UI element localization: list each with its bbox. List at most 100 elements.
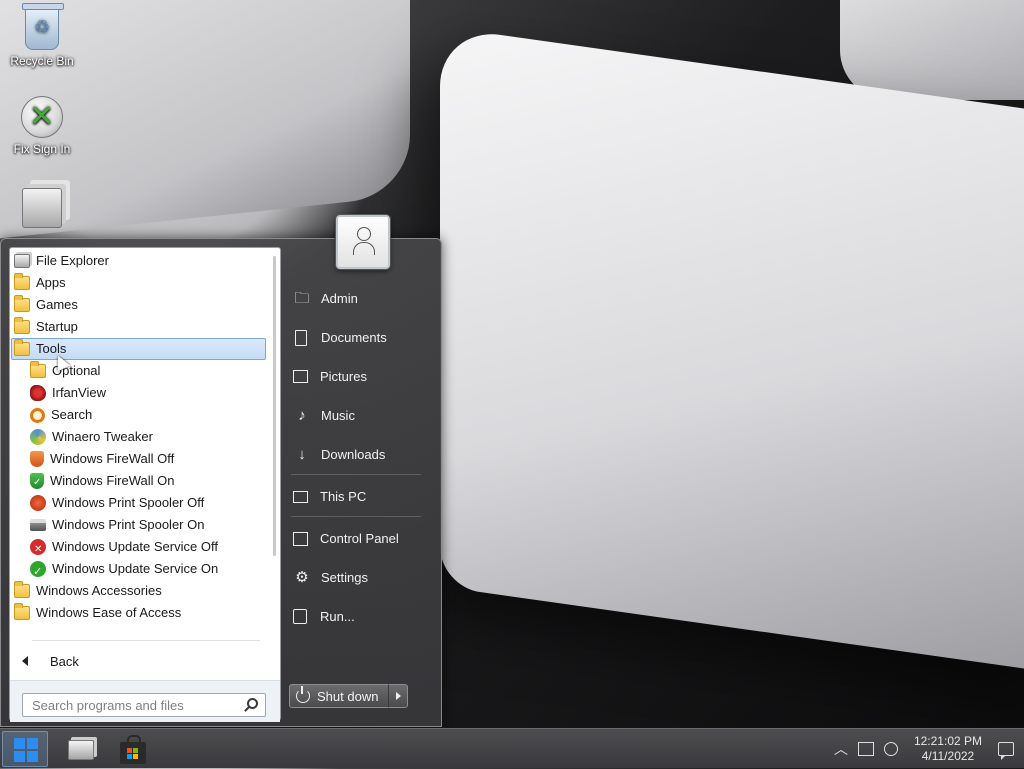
program-item-print-spooler-on[interactable]: Windows Print Spooler On — [11, 514, 266, 536]
program-item-firewall-off[interactable]: Windows FireWall Off — [11, 448, 266, 470]
windows-logo-icon — [14, 738, 38, 762]
power-icon — [296, 686, 310, 703]
clock-date: 4/11/2022 — [921, 749, 975, 763]
program-label: IrfanView — [52, 385, 106, 400]
spooler-off-icon — [30, 495, 46, 511]
shutdown-options-button[interactable] — [388, 684, 408, 708]
program-label: Windows Ease of Access — [36, 605, 182, 620]
program-label: Windows FireWall Off — [50, 451, 175, 466]
places-item-downloads[interactable]: ↓ Downloads — [285, 435, 437, 474]
search-input[interactable] — [22, 693, 266, 717]
program-item-firewall-on[interactable]: Windows FireWall On — [11, 470, 266, 493]
program-item-ease-of-access[interactable]: Windows Ease of Access — [11, 602, 266, 624]
program-item-apps[interactable]: Apps — [11, 272, 266, 294]
places-label: Run... — [320, 609, 355, 624]
user-folder-icon: 🗀 — [294, 289, 310, 307]
program-item-windows-accessories[interactable]: Windows Accessories — [11, 580, 266, 602]
places-item-music[interactable]: ♪ Music — [285, 396, 437, 435]
download-icon: ↓ — [298, 445, 306, 463]
program-label: Windows Update Service Off — [52, 539, 218, 554]
program-label: Search — [51, 407, 93, 422]
program-label: Apps — [36, 275, 66, 290]
folder-icon — [14, 317, 30, 334]
taskbar-store[interactable] — [116, 734, 150, 764]
taskbar-file-explorer[interactable] — [64, 734, 98, 764]
search-area — [10, 680, 280, 722]
program-list: File Explorer Apps Games Startup Tools O… — [10, 248, 272, 634]
program-item-search[interactable]: Search — [11, 404, 266, 426]
program-list-scrollbar[interactable] — [273, 256, 276, 556]
update-on-icon — [30, 561, 46, 582]
folder-icon — [14, 339, 30, 356]
file-explorer-icon — [22, 188, 62, 228]
desktop-icon-file-explorer[interactable] — [2, 188, 82, 232]
program-item-update-service-off[interactable]: Windows Update Service Off — [11, 536, 266, 560]
user-picture[interactable] — [336, 215, 390, 269]
file-explorer-icon — [14, 254, 30, 268]
places-item-this-pc[interactable]: This PC — [285, 477, 437, 516]
picture-icon — [293, 370, 308, 383]
program-label: File Explorer — [36, 253, 109, 268]
clock[interactable]: 12:21:02 PM 4/11/2022 — [914, 734, 982, 764]
program-item-tools[interactable]: Tools — [11, 338, 266, 360]
places-item-documents[interactable]: Documents — [285, 318, 437, 357]
folder-icon — [30, 361, 46, 378]
places-label: This PC — [320, 489, 367, 504]
places-label: Settings — [321, 570, 368, 585]
winaero-icon — [30, 429, 46, 445]
music-icon: ♪ — [298, 406, 306, 424]
recycle-bin-icon — [22, 3, 64, 50]
places-pane: 🗀 Admin Documents Pictures ♪ Music ↓ Downlo… — [285, 279, 437, 636]
program-item-print-spooler-off[interactable]: Windows Print Spooler Off — [11, 492, 266, 514]
chevron-up-icon[interactable]: ︿ — [834, 739, 848, 759]
shutdown-label: Shut down — [317, 688, 379, 704]
folder-icon — [14, 273, 30, 290]
notification-icon[interactable] — [998, 742, 1014, 760]
places-item-admin[interactable]: 🗀 Admin — [285, 279, 437, 318]
document-icon — [295, 329, 307, 346]
program-item-games[interactable]: Games — [11, 294, 266, 316]
places-item-run[interactable]: Run... — [285, 597, 437, 636]
back-label: Back — [50, 653, 79, 669]
start-menu: File Explorer Apps Games Startup Tools O… — [0, 238, 442, 727]
places-item-pictures[interactable]: Pictures — [285, 357, 437, 396]
taskbar: ︿ 12:21:02 PM 4/11/2022 — [0, 728, 1024, 768]
places-item-settings[interactable]: ⚙ Settings — [285, 558, 437, 597]
user-icon — [353, 227, 375, 257]
places-label: Downloads — [321, 447, 386, 462]
desktop-icon-recycle-bin[interactable]: Recycle Bin — [2, 3, 82, 68]
network-icon[interactable] — [857, 742, 874, 756]
divider — [32, 640, 260, 641]
clock-time: 12:21:02 PM — [913, 734, 982, 748]
program-item-update-service-on[interactable]: Windows Update Service On — [11, 558, 266, 582]
program-item-file-explorer[interactable]: File Explorer — [11, 250, 266, 272]
folder-icon — [14, 581, 30, 598]
program-label: Windows Print Spooler Off — [52, 495, 205, 510]
desktop-icon-fix-sign-in[interactable]: Fix Sign In — [2, 96, 82, 156]
program-label: Windows Print Spooler On — [52, 517, 205, 532]
places-label: Admin — [321, 291, 358, 306]
irfanview-icon — [30, 385, 46, 401]
places-label: Control Panel — [320, 531, 399, 546]
security-icon[interactable] — [883, 742, 898, 756]
places-item-control-panel[interactable]: Control Panel — [285, 519, 437, 558]
start-button[interactable] — [2, 731, 48, 767]
back-button[interactable]: Back — [18, 646, 268, 676]
search-icon[interactable] — [247, 698, 258, 709]
program-item-irfanview[interactable]: IrfanView — [11, 382, 266, 404]
wallpaper-shape — [440, 26, 1024, 674]
desktop-icon-label: Recycle Bin — [10, 54, 74, 68]
places-label: Documents — [321, 330, 387, 345]
program-item-startup[interactable]: Startup — [11, 316, 266, 338]
run-icon — [293, 609, 307, 624]
places-label: Music — [321, 408, 355, 423]
program-item-optional[interactable]: Optional — [11, 360, 266, 382]
shield-on-icon — [30, 473, 44, 493]
shutdown-button[interactable]: Shut down — [289, 684, 389, 708]
program-label: Startup — [36, 319, 78, 334]
shutdown-group: Shut down — [289, 684, 408, 708]
program-label: Windows FireWall On — [50, 473, 175, 488]
folder-icon — [14, 295, 30, 312]
program-item-winaero-tweaker[interactable]: Winaero Tweaker — [11, 426, 266, 448]
folder-icon — [14, 603, 30, 620]
